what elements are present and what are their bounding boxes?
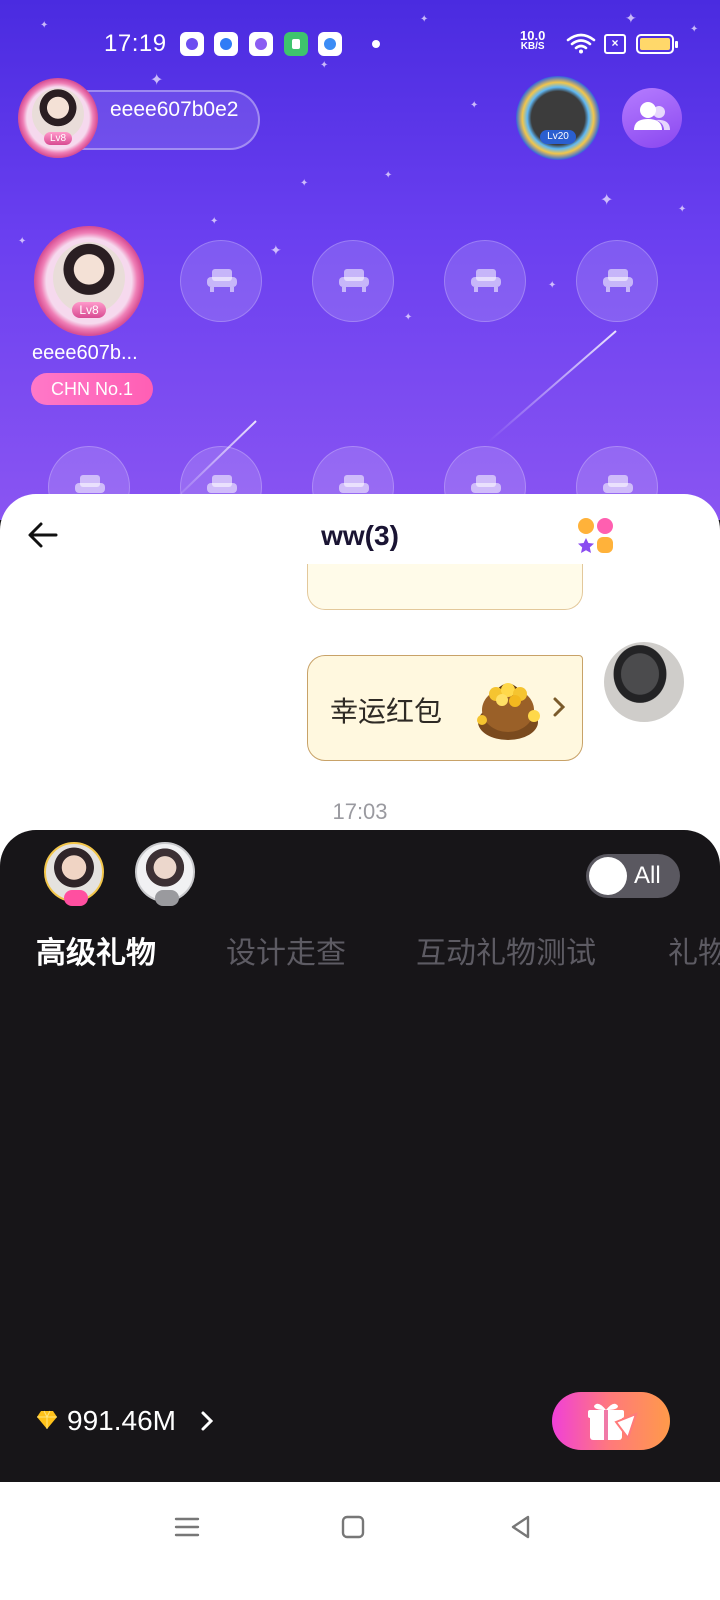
sofa-icon bbox=[471, 269, 501, 292]
host-name: eeee607b0e2 bbox=[110, 98, 239, 121]
home-square-icon[interactable] bbox=[336, 1510, 370, 1544]
online-users-button[interactable] bbox=[622, 88, 682, 148]
wifi-icon bbox=[566, 33, 596, 54]
seat-host-avatar-frame[interactable]: Lv8 bbox=[34, 226, 144, 336]
app-notification-icon bbox=[284, 32, 308, 56]
diamond-icon bbox=[37, 1410, 57, 1429]
users-icon bbox=[634, 102, 670, 130]
send-gift-button[interactable] bbox=[552, 1392, 670, 1450]
apps-grid-icon[interactable] bbox=[576, 516, 616, 556]
red-packet-label: 幸运红包 bbox=[330, 696, 443, 727]
empty-seat[interactable] bbox=[444, 240, 526, 322]
network-speed-value: 10.0 bbox=[520, 28, 546, 43]
gift-recipient-avatar[interactable] bbox=[135, 842, 195, 906]
app-notification-icon bbox=[214, 32, 238, 56]
empty-seat[interactable] bbox=[576, 240, 658, 322]
battery-icon bbox=[636, 34, 678, 54]
host-avatar-frame[interactable]: Lv8 bbox=[18, 78, 98, 158]
meteor-decoration bbox=[487, 330, 617, 444]
chat-message-bubble[interactable] bbox=[307, 564, 583, 610]
system-navigation-bar bbox=[0, 1482, 720, 1600]
coin-bag-icon bbox=[477, 683, 540, 740]
app-notification-icon bbox=[180, 32, 204, 56]
network-speed: 10.0 KB/S bbox=[520, 28, 546, 52]
toggle-knob bbox=[589, 857, 627, 895]
back-triangle-icon[interactable] bbox=[504, 1510, 538, 1544]
gift-panel: All 高级礼物 设计走查 互动礼物测试 礼物 991.46M bbox=[0, 830, 720, 1480]
chevron-right-icon bbox=[553, 697, 566, 717]
select-all-label: All bbox=[634, 862, 661, 889]
sofa-icon bbox=[603, 269, 633, 292]
app-notification-icon bbox=[318, 32, 342, 56]
empty-seat[interactable] bbox=[312, 240, 394, 322]
crown-icon bbox=[64, 890, 88, 906]
more-notifications-dot bbox=[372, 40, 380, 48]
sofa-icon bbox=[207, 269, 237, 292]
tab-gifts[interactable]: 礼物 bbox=[668, 928, 720, 972]
host-level-badge: Lv8 bbox=[44, 132, 72, 145]
tab-premium-gifts[interactable]: 高级礼物 bbox=[36, 928, 156, 972]
tab-interactive-gifts-test[interactable]: 互动礼物测试 bbox=[416, 928, 596, 972]
select-all-toggle[interactable]: All bbox=[586, 854, 680, 898]
gift-recipient-avatar[interactable] bbox=[44, 842, 104, 906]
network-speed-unit: KB/S bbox=[520, 41, 545, 52]
rank-badge: CHN No.1 bbox=[31, 373, 153, 405]
seat-host-name: eeee607b... bbox=[32, 342, 138, 364]
top-contributor-avatar[interactable]: Lv20 bbox=[516, 76, 600, 160]
gift-box-icon bbox=[588, 1403, 638, 1441]
red-packet-message[interactable]: 幸运红包 bbox=[307, 655, 583, 761]
chevron-right-icon[interactable] bbox=[200, 1410, 214, 1432]
user-icon bbox=[155, 890, 179, 906]
menu-icon[interactable] bbox=[170, 1510, 204, 1544]
top-contributor-level: Lv20 bbox=[540, 130, 576, 144]
chat-panel: ww(3) 幸运红包 17:03 bbox=[0, 494, 720, 874]
balance-amount[interactable]: 991.46M bbox=[67, 1405, 176, 1437]
status-time: 17:19 bbox=[104, 30, 167, 57]
empty-seat[interactable] bbox=[180, 240, 262, 322]
sofa-icon bbox=[339, 269, 369, 292]
chat-timestamp: 17:03 bbox=[332, 799, 388, 824]
status-bar: 17:19 10.0 KB/S × bbox=[0, 0, 720, 90]
sender-avatar[interactable] bbox=[604, 642, 684, 722]
seat-host-level-badge: Lv8 bbox=[72, 302, 106, 318]
app-notification-icon bbox=[249, 32, 273, 56]
sim-icon: × bbox=[604, 34, 626, 54]
tab-design-review[interactable]: 设计走查 bbox=[226, 928, 346, 972]
